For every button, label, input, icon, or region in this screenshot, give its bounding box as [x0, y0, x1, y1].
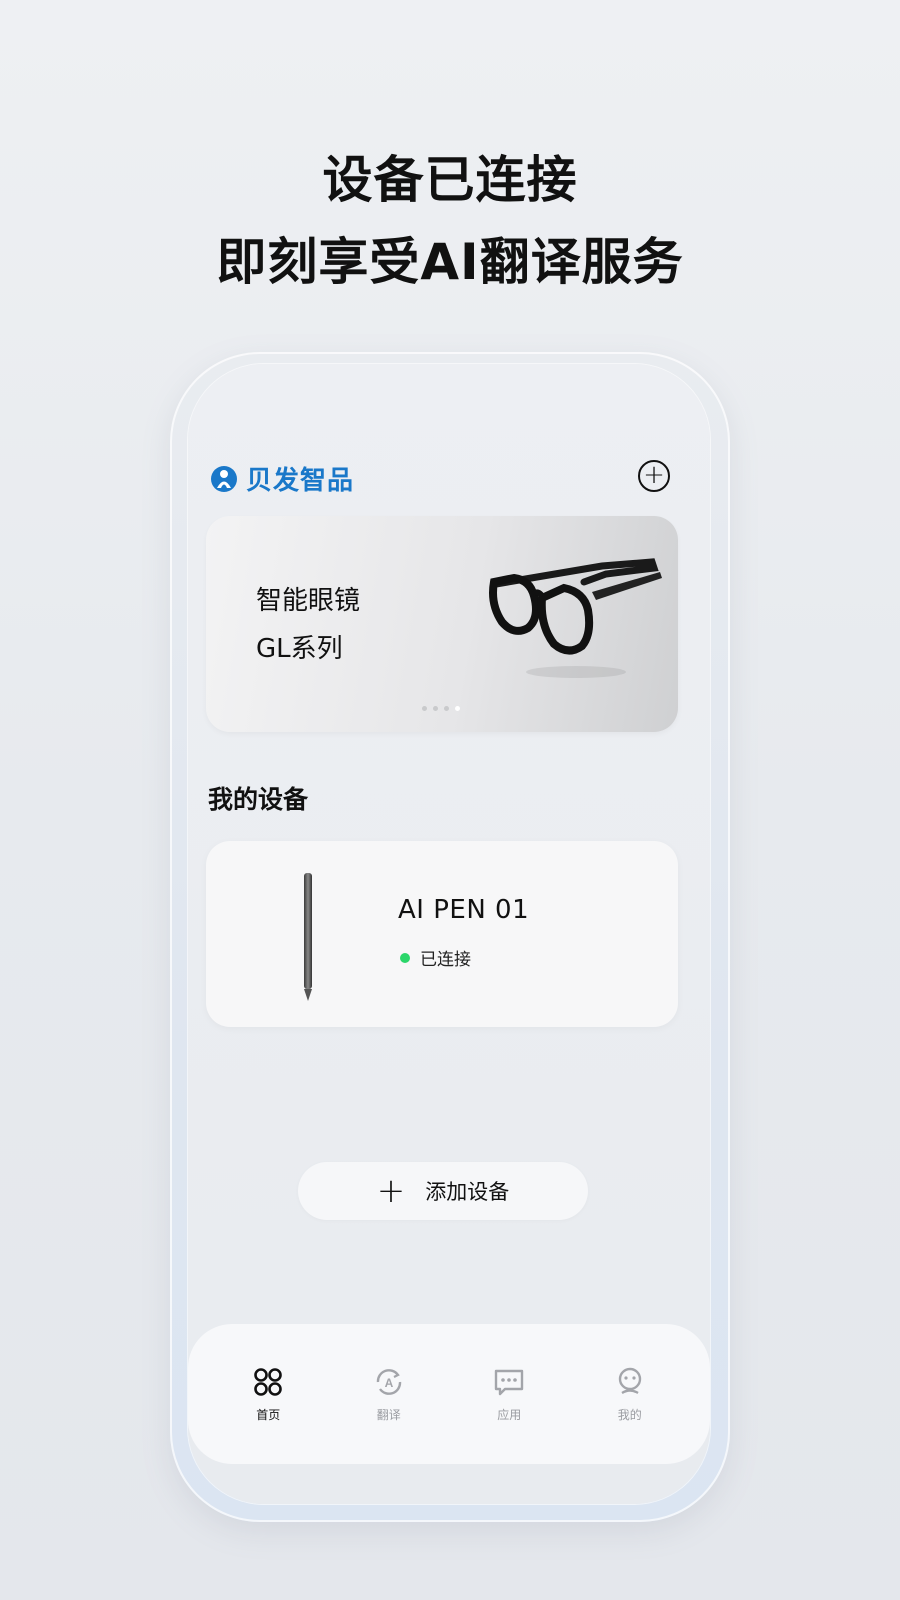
bottom-tab-bar: 首页 A 翻译 应用 我的 [188, 1324, 710, 1464]
product-banner[interactable]: 智能眼镜 GL系列 [206, 516, 678, 732]
add-circle-button[interactable]: + [638, 460, 670, 492]
plus-icon: + [643, 460, 665, 490]
home-grid-icon [254, 1367, 283, 1396]
tab-apps[interactable]: 应用 [464, 1366, 554, 1423]
smart-glasses-image [489, 558, 662, 678]
tab-home-label: 首页 [256, 1407, 281, 1422]
tab-translate-label: 翻译 [376, 1407, 401, 1422]
carousel-dot-active [455, 706, 460, 711]
device-card[interactable]: AI PEN 01 已连接 [206, 841, 678, 1027]
add-device-button[interactable]: + 添加设备 [298, 1162, 588, 1220]
translate-icon: A [376, 1368, 401, 1395]
promo-headline-2: 即刻享受AI翻译服务 [216, 233, 684, 291]
tab-translate[interactable]: A 翻译 [344, 1366, 434, 1423]
carousel-indicator [422, 706, 460, 711]
tab-profile-label: 我的 [617, 1407, 642, 1422]
brand: 贝发智品 [210, 460, 354, 497]
device-status: 已连接 [400, 945, 471, 970]
device-name: AI PEN 01 [398, 895, 530, 925]
add-device-label: 添加设备 [425, 1180, 510, 1204]
device-status-text: 已连接 [420, 950, 471, 970]
apps-chat-icon [495, 1369, 524, 1395]
tab-apps-label: 应用 [497, 1407, 522, 1422]
plus-icon: + [376, 1171, 406, 1211]
profile-icon [618, 1367, 641, 1394]
carousel-dot [444, 706, 449, 711]
brand-name: 贝发智品 [246, 466, 355, 496]
svg-text:A: A [384, 1376, 393, 1390]
carousel-dot [433, 706, 438, 711]
tab-profile[interactable]: 我的 [585, 1366, 675, 1423]
banner-subtitle: GL系列 [256, 634, 343, 664]
connected-status-dot [400, 952, 410, 963]
carousel-dot [422, 706, 427, 711]
my-devices-title: 我的设备 [208, 785, 309, 814]
ai-pen-image [304, 873, 312, 1001]
brand-logo-icon [211, 465, 237, 492]
phone-screen: 贝发智品 + 智能眼镜 GL系列 我的设备 AI PEN 01 已连接 + 添加… [188, 364, 710, 1504]
tab-home[interactable]: 首页 [223, 1366, 313, 1423]
banner-title: 智能眼镜 [256, 586, 361, 616]
promo-headline-1: 设备已连接 [322, 151, 578, 209]
